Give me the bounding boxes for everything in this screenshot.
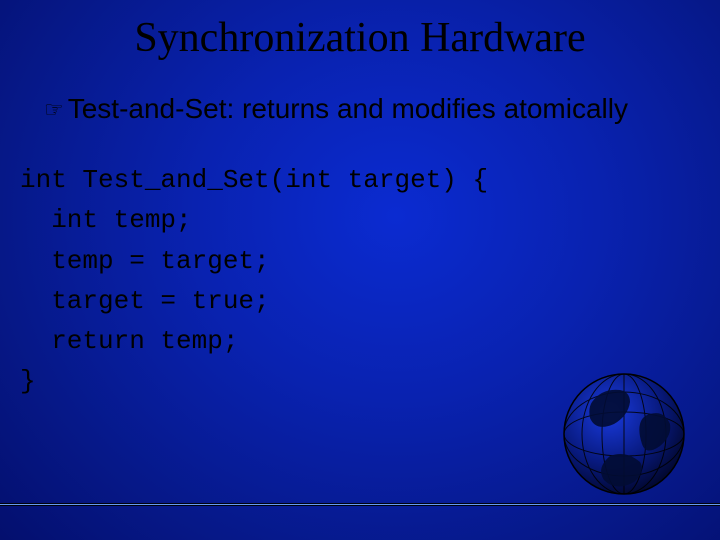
- bullet-row: ☞Test-and-Set: returns and modifies atom…: [44, 94, 680, 125]
- code-line-3: temp = target;: [20, 246, 270, 276]
- code-line-4: target = true;: [20, 286, 270, 316]
- pointing-hand-icon: ☞: [44, 98, 64, 122]
- code-line-6: }: [20, 366, 36, 396]
- code-line-5: return temp;: [20, 326, 238, 356]
- slide: Synchronization Hardware ☞Test-and-Set: …: [0, 0, 720, 540]
- code-line-1: int Test_and_Set(int target) {: [20, 165, 488, 195]
- footer-divider: [0, 503, 720, 506]
- bullet-text: Test-and-Set: returns and modifies atomi…: [68, 93, 628, 124]
- code-line-2: int temp;: [20, 205, 192, 235]
- slide-title: Synchronization Hardware: [0, 14, 720, 62]
- code-block: int Test_and_Set(int target) { int temp;…: [20, 160, 700, 402]
